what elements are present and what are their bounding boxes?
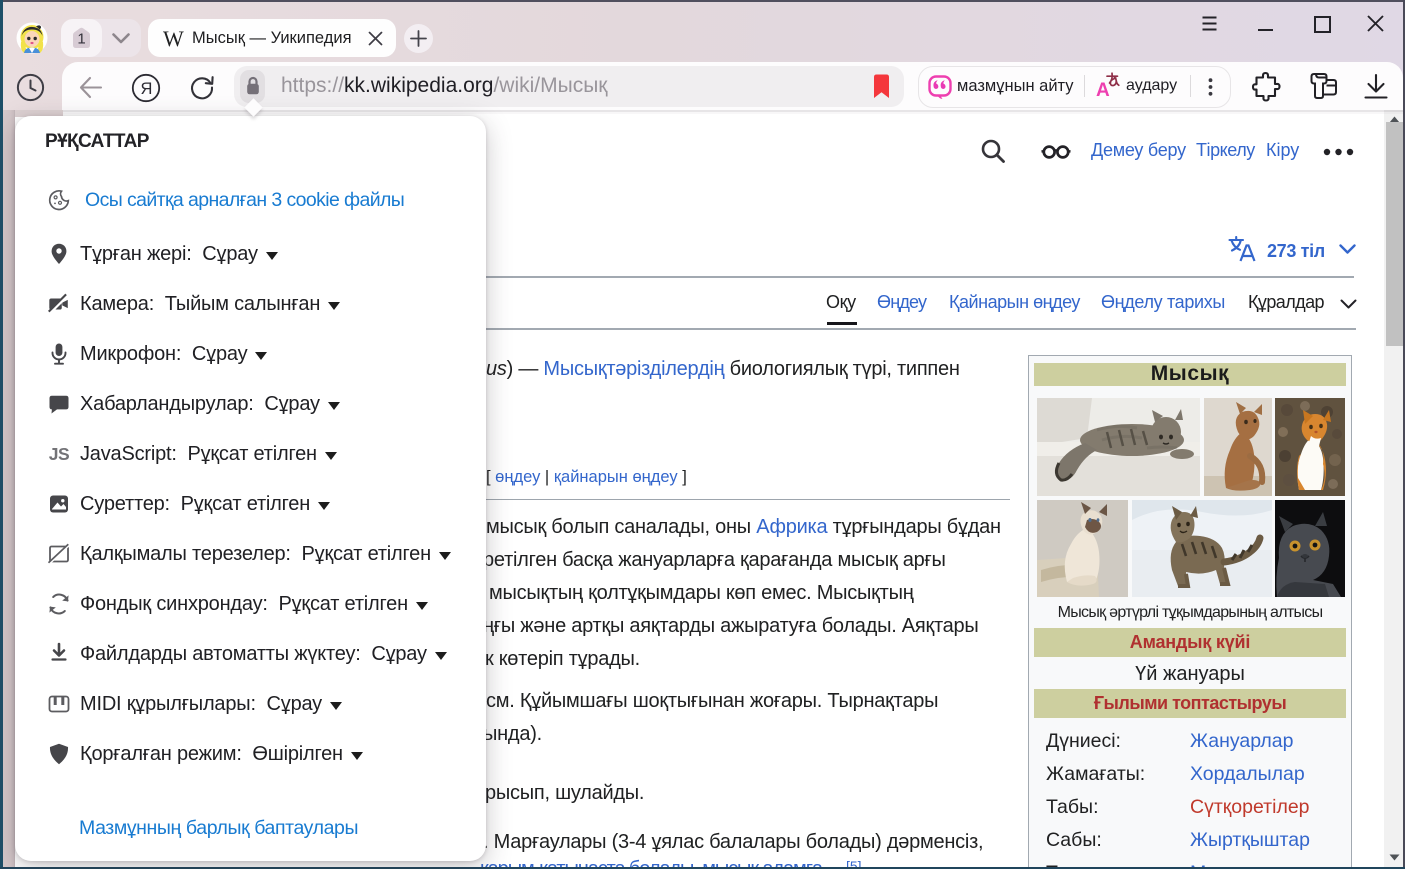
svg-text:Я: Я <box>141 80 153 98</box>
svg-text:1: 1 <box>77 31 85 48</box>
